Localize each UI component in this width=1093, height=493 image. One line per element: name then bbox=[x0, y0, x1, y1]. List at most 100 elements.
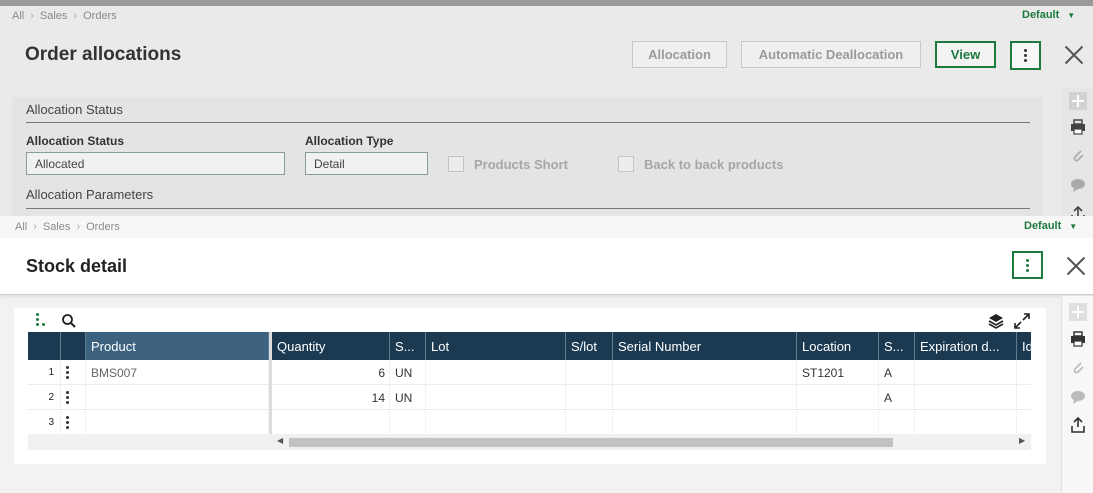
kebab-icon bbox=[36, 313, 39, 326]
header-serial-number[interactable]: Serial Number bbox=[613, 332, 797, 360]
cell-serial-number[interactable] bbox=[613, 410, 797, 435]
breadcrumb-orders[interactable]: Orders bbox=[83, 10, 117, 22]
cell-lot[interactable] bbox=[426, 360, 566, 385]
kebab-icon bbox=[66, 391, 69, 404]
section-divider bbox=[26, 122, 1030, 123]
cell-lot[interactable] bbox=[426, 410, 566, 435]
header-status[interactable]: S... bbox=[879, 332, 915, 360]
breadcrumb-orders[interactable]: Orders bbox=[86, 221, 120, 233]
header-quantity[interactable]: Quantity bbox=[272, 332, 390, 360]
header-sublot[interactable]: S/lot bbox=[566, 332, 613, 360]
cell-product[interactable] bbox=[86, 410, 269, 435]
attachment-icon[interactable] bbox=[1069, 359, 1087, 377]
background-more-button[interactable] bbox=[1010, 41, 1041, 70]
cell-unit[interactable]: UN bbox=[390, 385, 426, 410]
add-icon[interactable] bbox=[1069, 92, 1087, 110]
header-location[interactable]: Location bbox=[797, 332, 879, 360]
expand-icon[interactable] bbox=[1014, 313, 1030, 329]
cell-expiration-date[interactable] bbox=[915, 360, 1017, 385]
background-close-icon[interactable] bbox=[1064, 45, 1084, 65]
view-button[interactable]: View bbox=[935, 41, 996, 68]
breadcrumb-all[interactable]: All bbox=[15, 221, 27, 233]
header-lot[interactable]: Lot bbox=[426, 332, 566, 360]
cell-status[interactable]: A bbox=[879, 385, 915, 410]
cell-quantity[interactable]: 6 bbox=[272, 360, 390, 385]
automatic-deallocation-button[interactable]: Automatic Deallocation bbox=[741, 41, 921, 68]
stock-detail-close-icon[interactable] bbox=[1066, 256, 1086, 276]
cell-unit[interactable]: UN bbox=[390, 360, 426, 385]
cell-lot[interactable] bbox=[426, 385, 566, 410]
comment-icon[interactable] bbox=[1069, 176, 1087, 194]
breadcrumb-chevron-icon: › bbox=[73, 10, 78, 22]
table-row[interactable]: 3 bbox=[28, 410, 1031, 435]
cell-quantity[interactable]: 14 bbox=[272, 385, 390, 410]
grid-options-button[interactable] bbox=[36, 313, 45, 326]
products-short-checkbox[interactable]: Products Short bbox=[448, 156, 568, 172]
cell-sublot[interactable] bbox=[566, 385, 613, 410]
cell-sublot[interactable] bbox=[566, 410, 613, 435]
caret-down-icon: ▼ bbox=[1067, 10, 1076, 20]
row-menu-button[interactable] bbox=[61, 360, 86, 385]
cell-unit[interactable] bbox=[390, 410, 426, 435]
export-icon[interactable] bbox=[1069, 416, 1087, 434]
search-icon[interactable] bbox=[61, 313, 77, 329]
breadcrumb-sales[interactable]: Sales bbox=[43, 221, 71, 233]
header-unit[interactable]: S... bbox=[390, 332, 426, 360]
allocation-status-label: Allocation Status bbox=[26, 134, 125, 148]
table-row[interactable]: 2 14 UN A bbox=[28, 385, 1031, 410]
background-default-selector[interactable]: Default ▼ bbox=[1022, 9, 1075, 21]
cell-serial-number[interactable] bbox=[613, 385, 797, 410]
scroll-left-icon[interactable]: ◀ bbox=[277, 436, 283, 445]
header-product[interactable]: Product bbox=[86, 332, 269, 360]
breadcrumb-sales[interactable]: Sales bbox=[40, 10, 68, 22]
breadcrumb-chevron-icon: › bbox=[76, 221, 81, 233]
back-to-back-checkbox[interactable]: Back to back products bbox=[618, 156, 783, 172]
cell-location[interactable] bbox=[797, 410, 879, 435]
print-icon[interactable] bbox=[1069, 118, 1087, 136]
row-menu-button[interactable] bbox=[61, 410, 86, 435]
stock-detail-grid-card: Product Quantity S... Lot S/lot Serial N… bbox=[14, 308, 1046, 464]
caret-down-icon: ▼ bbox=[1069, 221, 1078, 231]
cell-id[interactable] bbox=[1017, 385, 1031, 410]
table-row[interactable]: 1 BMS007 6 UN ST1201 A bbox=[28, 360, 1031, 385]
scroll-right-icon[interactable]: ▶ bbox=[1019, 436, 1025, 445]
breadcrumb-chevron-icon: › bbox=[30, 10, 34, 22]
allocation-button[interactable]: Allocation bbox=[632, 41, 727, 68]
horizontal-scrollbar[interactable]: ◀ ▶ bbox=[28, 434, 1031, 450]
row-number: 3 bbox=[28, 410, 61, 435]
breadcrumb-all[interactable]: All bbox=[12, 10, 24, 22]
checkbox-box[interactable] bbox=[448, 156, 464, 172]
stock-detail-more-button[interactable] bbox=[1012, 251, 1043, 279]
cell-status[interactable]: A bbox=[879, 360, 915, 385]
header-expiration-date[interactable]: Expiration d... bbox=[915, 332, 1017, 360]
comment-icon[interactable] bbox=[1069, 388, 1087, 406]
scrollbar-thumb[interactable] bbox=[289, 438, 893, 447]
attachment-icon[interactable] bbox=[1069, 147, 1087, 165]
row-number: 1 bbox=[28, 360, 61, 385]
cell-status[interactable] bbox=[879, 410, 915, 435]
allocation-type-field[interactable]: Detail bbox=[305, 152, 428, 175]
row-menu-button[interactable] bbox=[61, 385, 86, 410]
cell-quantity[interactable] bbox=[272, 410, 390, 435]
section-divider bbox=[26, 208, 1030, 209]
cell-sublot[interactable] bbox=[566, 360, 613, 385]
cell-id[interactable] bbox=[1017, 410, 1031, 435]
print-icon[interactable] bbox=[1069, 330, 1087, 348]
header-id[interactable]: Id bbox=[1017, 332, 1031, 360]
allocation-panel: Allocation Status Allocation Status Allo… bbox=[12, 97, 1043, 216]
cell-id[interactable] bbox=[1017, 360, 1031, 385]
allocation-status-field[interactable]: Allocated bbox=[26, 152, 285, 175]
cell-product[interactable] bbox=[86, 385, 269, 410]
cell-product[interactable]: BMS007 bbox=[86, 360, 269, 385]
cell-location[interactable]: ST1201 bbox=[797, 360, 879, 385]
breadcrumb-chevron-icon: › bbox=[33, 221, 37, 233]
foreground-default-selector[interactable]: Default ▼ bbox=[1024, 220, 1077, 232]
checkbox-box[interactable] bbox=[618, 156, 634, 172]
export-icon[interactable] bbox=[1069, 205, 1087, 216]
cell-serial-number[interactable] bbox=[613, 360, 797, 385]
layers-icon[interactable] bbox=[988, 313, 1004, 329]
cell-expiration-date[interactable] bbox=[915, 410, 1017, 435]
add-icon[interactable] bbox=[1069, 303, 1087, 321]
cell-location[interactable] bbox=[797, 385, 879, 410]
cell-expiration-date[interactable] bbox=[915, 385, 1017, 410]
